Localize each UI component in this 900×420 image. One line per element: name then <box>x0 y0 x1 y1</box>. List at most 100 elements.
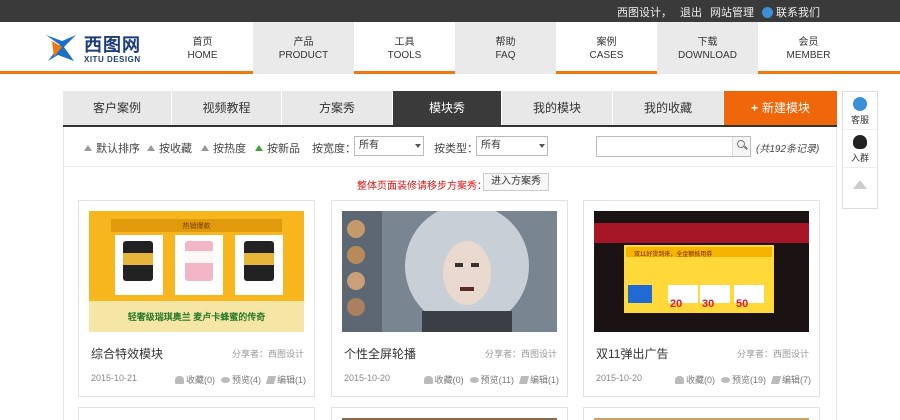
nav-label-zh: 首页 <box>192 37 213 48</box>
category-tabs: 客户案例 视频教程 方案秀 模块秀 我的模块 我的收藏 + 新建模块 <box>63 91 837 127</box>
join-group-button[interactable]: 入群 <box>843 130 877 168</box>
nav-member[interactable]: 会员 MEMBER <box>758 22 859 74</box>
notice-text: 整体页面装修请移步方案秀： <box>357 181 487 192</box>
nav-home[interactable]: 首页 HOME <box>152 22 253 74</box>
chevron-down-icon <box>539 144 545 148</box>
popup-ad-image <box>594 211 809 332</box>
card-thumbnail[interactable]: 双11好货到来，全金额抵用券 20 30 50 <box>594 211 809 332</box>
nav-download[interactable]: 下载 DOWNLOAD <box>657 22 758 74</box>
card-title[interactable]: 个性全屏轮播 <box>344 345 416 362</box>
nav-label-en: MEMBER <box>786 50 831 61</box>
logo[interactable]: 西图网 XITU DESIGN <box>44 31 154 67</box>
edit-count: 编辑(7) <box>782 375 811 385</box>
tab-my-favorites[interactable]: 我的收藏 <box>613 91 724 125</box>
sort-arrow-icon <box>147 145 155 151</box>
thumb-caption-text: 轻奢级瑞琪奥兰 麦卢卡蜂蜜的传奇 <box>127 312 266 322</box>
module-card[interactable]: 热销爆款 轻奢级瑞琪奥兰 麦卢卡蜂蜜的传奇 综合特效模块 分享者：西图设计 20… <box>78 200 315 397</box>
module-card[interactable]: 个性全屏轮播 分享者：西图设计 2015-10-20 收藏(0) 预览(11) … <box>331 200 568 397</box>
edit-count: 编辑(1) <box>530 375 559 385</box>
customer-service-icon <box>853 97 867 111</box>
contact-link[interactable]: 联系我们 <box>762 4 820 20</box>
pencil-icon <box>770 375 782 384</box>
card-sharer: 分享者：西图设计 <box>231 349 304 359</box>
top-links: 西图设计， 退出 网站管理 联系我们 <box>617 4 820 20</box>
module-card[interactable]: 双11好货到来，全金额抵用券 20 30 50 双11弹出广告 分享者：西图设计… <box>583 200 820 397</box>
sort-label: 按新品 <box>267 143 300 155</box>
nav-label-zh: 工具 <box>394 37 415 48</box>
nav-label-en: TOOLS <box>387 50 422 61</box>
nav-label-en: CASES <box>589 50 624 61</box>
card-stats: 收藏(0) 预览(11) 编辑(1) <box>423 373 559 386</box>
customer-service-button[interactable]: 客服 <box>843 92 877 130</box>
preview-button[interactable]: 预览(4) <box>221 373 261 386</box>
nav-label-zh: 帮助 <box>495 37 516 48</box>
logo-mark-icon <box>46 35 76 61</box>
edit-button[interactable]: 编辑(1) <box>265 373 306 386</box>
logout-link[interactable]: 退出 <box>680 4 702 20</box>
card-title[interactable]: 综合特效模块 <box>91 345 163 362</box>
edit-button[interactable]: 编辑(7) <box>770 373 811 386</box>
fullscreen-slider-image <box>342 211 557 332</box>
preview-button[interactable]: 预览(11) <box>469 373 514 386</box>
width-select-value: 所有 <box>359 140 379 151</box>
logo-sub: XITU DESIGN <box>84 55 141 64</box>
favorite-count: 收藏(0) <box>434 375 464 385</box>
sort-favorites[interactable]: 按收藏 <box>147 140 192 156</box>
search-input[interactable] <box>596 136 751 157</box>
back-to-top-button[interactable] <box>843 168 877 206</box>
search-button[interactable] <box>732 137 750 156</box>
tab-client-cases[interactable]: 客户案例 <box>63 91 172 125</box>
tab-modules[interactable]: 模块秀 <box>393 91 502 125</box>
tab-my-modules[interactable]: 我的模块 <box>502 91 613 125</box>
module-card[interactable] <box>583 407 820 420</box>
module-card[interactable] <box>331 407 568 420</box>
enter-solutions-button[interactable]: 进入方案秀 <box>483 173 549 191</box>
admin-link[interactable]: 网站管理 <box>710 4 754 20</box>
sort-newest[interactable]: 按新品 <box>255 140 300 156</box>
heart-icon <box>175 375 184 384</box>
edit-button[interactable]: 编辑(1) <box>518 373 559 386</box>
sort-label: 按收藏 <box>159 143 192 155</box>
nav-cases[interactable]: 案例 CASES <box>556 22 657 74</box>
search-icon <box>737 140 745 148</box>
floating-sidebar: 客服 入群 <box>842 91 878 209</box>
sort-popularity[interactable]: 按热度 <box>201 140 246 156</box>
preview-button[interactable]: 预览(19) <box>720 373 766 386</box>
type-select-value: 所有 <box>481 140 501 151</box>
nav-label-en: DOWNLOAD <box>678 50 737 61</box>
card-thumbnail[interactable] <box>342 211 557 332</box>
popup-headline: 双11好货到来，全金额抵用券 <box>634 252 713 258</box>
nav-tools[interactable]: 工具 TOOLS <box>354 22 455 74</box>
card-thumbnail[interactable]: 热销爆款 轻奢级瑞琪奥兰 麦卢卡蜂蜜的传奇 <box>89 211 304 332</box>
favorite-button[interactable]: 收藏(0) <box>423 373 464 386</box>
card-title[interactable]: 双11弹出广告 <box>596 345 668 362</box>
preview-count: 预览(19) <box>731 375 766 385</box>
card-sharer: 分享者：西图设计 <box>736 349 809 359</box>
card-date: 2015-10-20 <box>344 373 391 383</box>
new-module-button[interactable]: + 新建模块 <box>724 91 837 125</box>
tab-solutions[interactable]: 方案秀 <box>282 91 393 125</box>
nav-label-zh: 案例 <box>596 37 617 48</box>
nav-label-zh: 下载 <box>697 37 718 48</box>
nav-product[interactable]: 产品 PRODUCT <box>253 22 354 74</box>
favorite-button[interactable]: 收藏(0) <box>175 373 215 386</box>
favorite-button[interactable]: 收藏(0) <box>674 373 715 386</box>
new-module-label: 新建模块 <box>762 101 811 115</box>
edit-count: 编辑(1) <box>277 375 306 385</box>
thumb-header-text: 热销爆款 <box>182 223 211 230</box>
card-stats: 收藏(0) 预览(19) 编辑(7) <box>674 373 811 386</box>
nav-faq[interactable]: 帮助 FAQ <box>455 22 556 74</box>
width-select[interactable]: 所有 <box>354 136 424 156</box>
header: 西图网 XITU DESIGN 首页 HOME 产品 PRODUCT 工具 TO… <box>0 22 900 74</box>
pencil-icon <box>265 375 277 384</box>
sort-default[interactable]: 默认排序 <box>84 140 140 156</box>
qq-penguin-icon <box>853 135 867 149</box>
card-stats: 收藏(0) 预览(4) 编辑(1) <box>175 373 306 386</box>
card-sharer: 分享者：西图设计 <box>484 349 557 359</box>
tab-video-tutorials[interactable]: 视频教程 <box>172 91 282 125</box>
favorite-count: 收藏(0) <box>685 375 715 385</box>
type-select[interactable]: 所有 <box>476 136 548 156</box>
type-filter-label: 按类型： <box>434 143 478 155</box>
module-card[interactable] <box>78 407 315 420</box>
eye-icon <box>221 376 230 383</box>
